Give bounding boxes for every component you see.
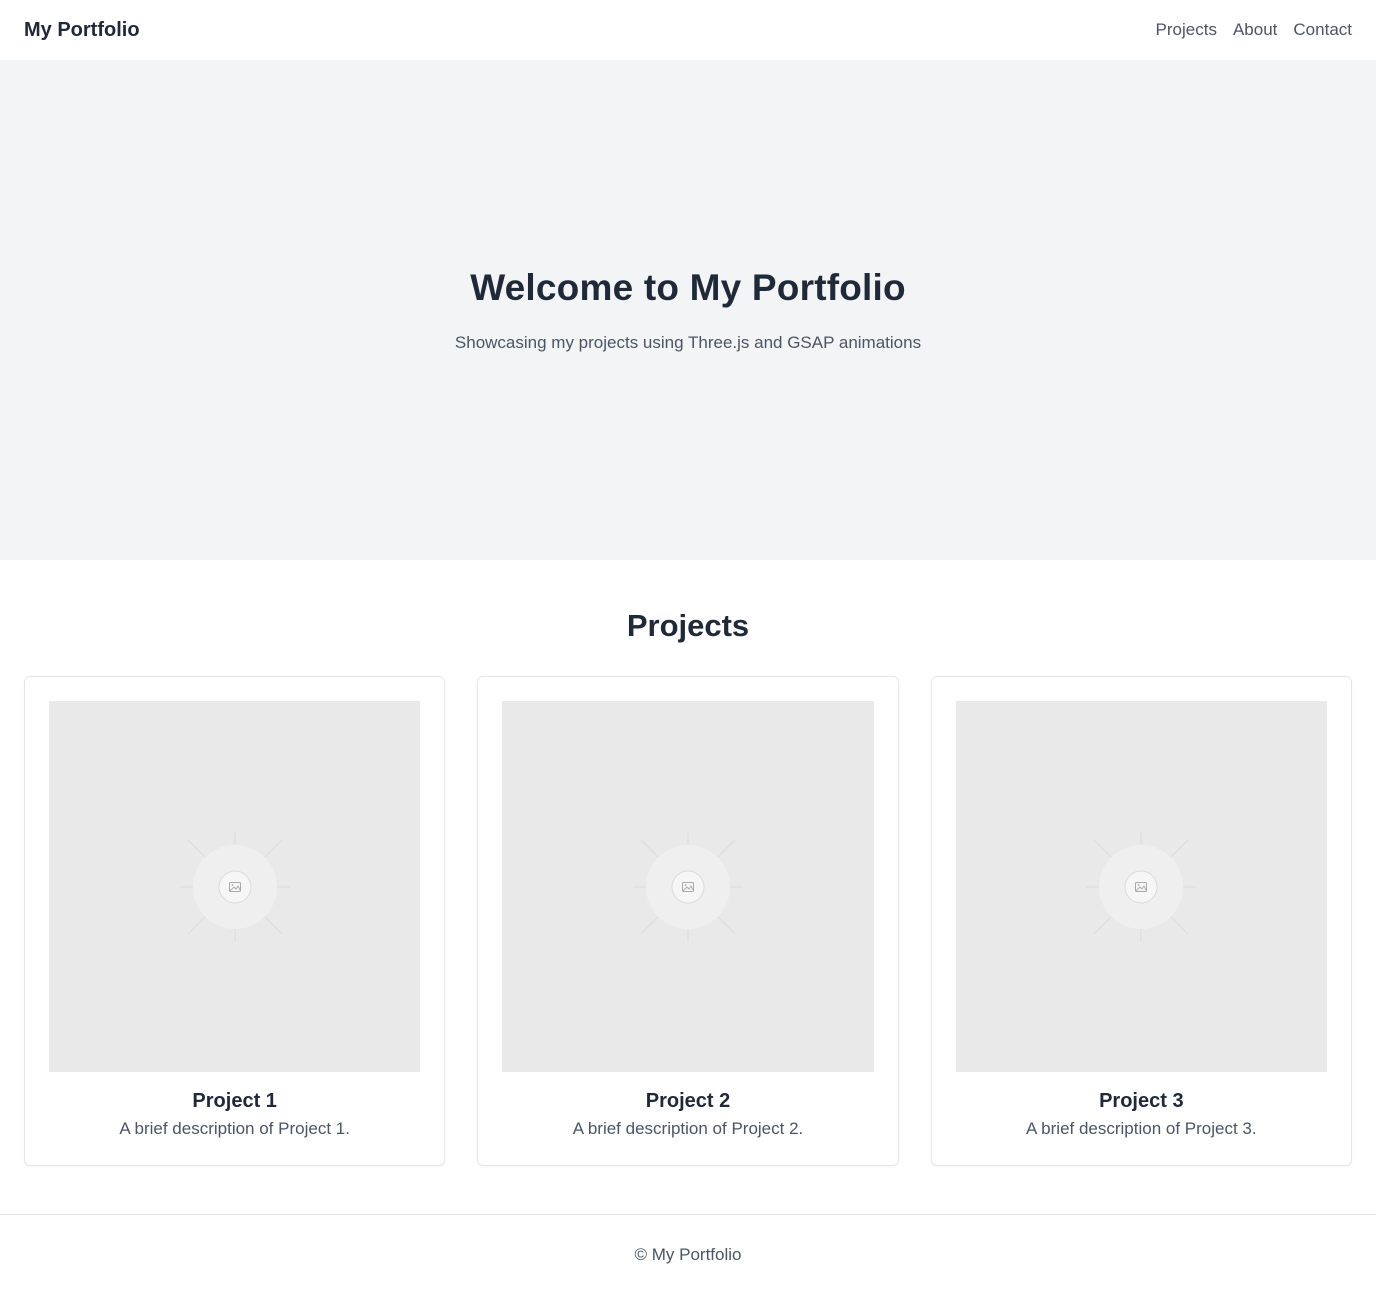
projects-title: Projects [626,608,750,643]
hero-title: Welcome to My Portfolio [470,267,906,308]
navbar: My Portfolio Projects About Contact [0,0,1376,60]
project-card[interactable]: Project 1 A brief description of Project… [24,676,446,1166]
hero-section: Welcome to My Portfolio Showcasing my pr… [0,60,1376,560]
nav-link-projects[interactable]: Projects [1156,20,1217,40]
brand-logo-link[interactable]: My Portfolio [24,19,140,42]
nav-link-about[interactable]: About [1233,20,1277,40]
projects-grid: Project 1 A brief description of Project… [24,676,1352,1166]
project-title: Project 2 [645,1090,731,1112]
main-nav: Projects About Contact [1156,20,1352,40]
project-title: Project 1 [192,1090,277,1112]
footer-copyright: © My Portfolio [634,1245,742,1264]
project-image-placeholder [502,701,874,1072]
project-description: A brief description of Project 2. [572,1119,804,1138]
project-description: A brief description of Project 1. [119,1119,350,1138]
projects-section: Projects Project 1 A brief description o… [0,560,1376,1214]
image-placeholder-icon [1086,831,1197,942]
image-placeholder-icon [632,831,743,942]
footer: © My Portfolio [0,1214,1376,1293]
nav-link-contact[interactable]: Contact [1293,20,1352,40]
hero-subtitle: Showcasing my projects using Three.js an… [454,333,922,352]
project-image-placeholder [955,701,1327,1072]
image-placeholder-icon [179,831,290,942]
project-title: Project 3 [1099,1090,1184,1112]
project-card[interactable]: Project 3 A brief description of Project… [930,676,1352,1166]
project-image-placeholder [49,701,421,1072]
project-description: A brief description of Project 3. [1026,1119,1257,1138]
project-card[interactable]: Project 2 A brief description of Project… [477,676,899,1166]
